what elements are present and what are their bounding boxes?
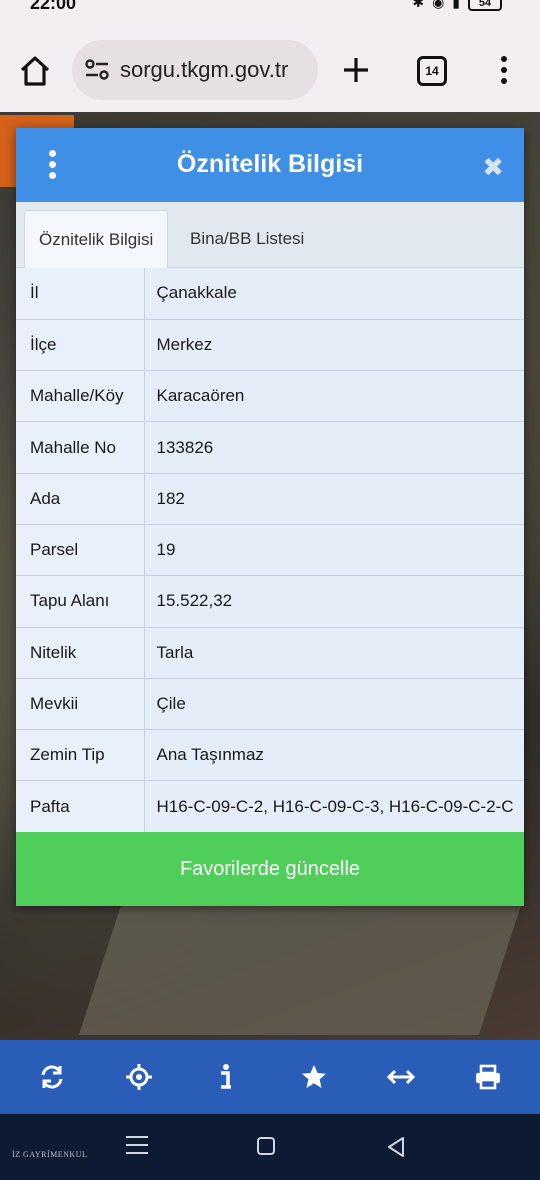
- row-value: Çile: [144, 678, 524, 731]
- table-row: Mahalle/Köy Karacaören: [16, 370, 524, 423]
- print-icon[interactable]: [468, 1057, 508, 1097]
- row-value: 133826: [144, 421, 524, 474]
- signal-icon: ▮: [452, 0, 460, 10]
- row-key: Mevkii: [16, 678, 145, 731]
- back-icon[interactable]: [386, 1136, 406, 1158]
- row-value: 19: [144, 524, 524, 577]
- attribute-table: İl Çanakkale İlçe Merkez Mahalle/Köy Karaca…: [16, 268, 524, 833]
- attribute-popup: Öznitelik Bilgisi ✖ Öznitelik Bilgisi Bi…: [16, 128, 524, 906]
- update-favorites-button[interactable]: Favorilerde güncelle: [16, 832, 524, 906]
- row-value: 15.522,32: [144, 575, 524, 628]
- row-key: Tapu Alanı: [16, 575, 145, 628]
- table-row: Mevkii Çile: [16, 678, 524, 731]
- table-row: Ada 182: [16, 473, 524, 525]
- row-key: Zemin Tip: [16, 729, 145, 782]
- home-nav-icon[interactable]: [257, 1137, 275, 1155]
- info-icon[interactable]: [206, 1057, 246, 1097]
- star-icon[interactable]: [294, 1057, 334, 1097]
- url-text: sorgu.tkgm.gov.tr: [120, 57, 289, 82]
- new-tab-icon[interactable]: [340, 54, 372, 86]
- status-time: 22:00: [30, 0, 77, 13]
- address-bar[interactable]: sorgu.tkgm.gov.tr: [72, 40, 318, 100]
- table-row: İlçe Merkez: [16, 319, 524, 372]
- row-key: Pafta: [16, 780, 145, 833]
- row-key: İlçe: [16, 319, 145, 372]
- bluetooth-icon: ✱: [412, 0, 425, 10]
- popup-tabs: Öznitelik Bilgisi Bina/BB Listesi: [16, 202, 524, 269]
- map-toolbar: [0, 1040, 540, 1114]
- locate-icon[interactable]: [119, 1057, 159, 1097]
- wifi-icon: ◉: [432, 0, 445, 10]
- row-value: Çanakkale: [144, 268, 524, 320]
- table-row: Nitelik Tarla: [16, 627, 524, 679]
- row-value: 182: [144, 473, 524, 525]
- battery-icon: 54: [468, 0, 502, 11]
- tab-switcher-button[interactable]: 14: [417, 56, 447, 86]
- recent-apps-icon[interactable]: [126, 1136, 148, 1156]
- row-value: Ana Taşınmaz: [144, 729, 524, 782]
- row-value: Tarla: [144, 627, 524, 679]
- row-key: İl: [16, 268, 145, 320]
- site-settings-icon[interactable]: [84, 58, 110, 82]
- row-key: Mahalle/Köy: [16, 370, 145, 423]
- browser-menu-icon[interactable]: [494, 56, 514, 86]
- row-key: Parsel: [16, 524, 145, 577]
- watermark-logo: İZ GAYRİMENKUL: [12, 1150, 88, 1159]
- table-row: Pafta H16-C-09-C-2, H16-C-09-C-3, H16-C-0…: [16, 780, 524, 833]
- table-row: Zemin Tip Ana Taşınmaz: [16, 729, 524, 782]
- row-value: H16-C-09-C-2, H16-C-09-C-3, H16-C-09-C-2…: [144, 780, 524, 833]
- popup-header: Öznitelik Bilgisi ✖: [16, 128, 524, 202]
- popup-title: Öznitelik Bilgisi: [176, 150, 364, 178]
- tab-attribute-info[interactable]: Öznitelik Bilgisi: [24, 210, 169, 269]
- home-icon[interactable]: [18, 54, 52, 88]
- table-row: Parsel 19: [16, 524, 524, 577]
- refresh-icon[interactable]: [32, 1057, 72, 1097]
- system-nav-bar: [0, 1114, 540, 1180]
- tab-building-list[interactable]: Bina/BB Listesi: [176, 210, 318, 268]
- table-row: İl Çanakkale: [16, 268, 524, 320]
- status-bar: 22:00 ✱ ◉ ▮ 54: [0, 0, 540, 16]
- close-icon[interactable]: ✖: [482, 154, 504, 180]
- table-row: Mahalle No 133826: [16, 421, 524, 474]
- table-row: Tapu Alanı 15.522,32: [16, 575, 524, 628]
- row-value: Merkez: [144, 319, 524, 372]
- row-value: Karacaören: [144, 370, 524, 423]
- map-parcel-area: [78, 905, 522, 1035]
- row-key: Mahalle No: [16, 421, 145, 474]
- measure-icon[interactable]: [381, 1057, 421, 1097]
- row-key: Ada: [16, 473, 145, 525]
- status-icons: ✱ ◉ ▮ 54: [412, 0, 502, 11]
- row-key: Nitelik: [16, 627, 145, 679]
- browser-toolbar: sorgu.tkgm.gov.tr 14: [0, 16, 540, 112]
